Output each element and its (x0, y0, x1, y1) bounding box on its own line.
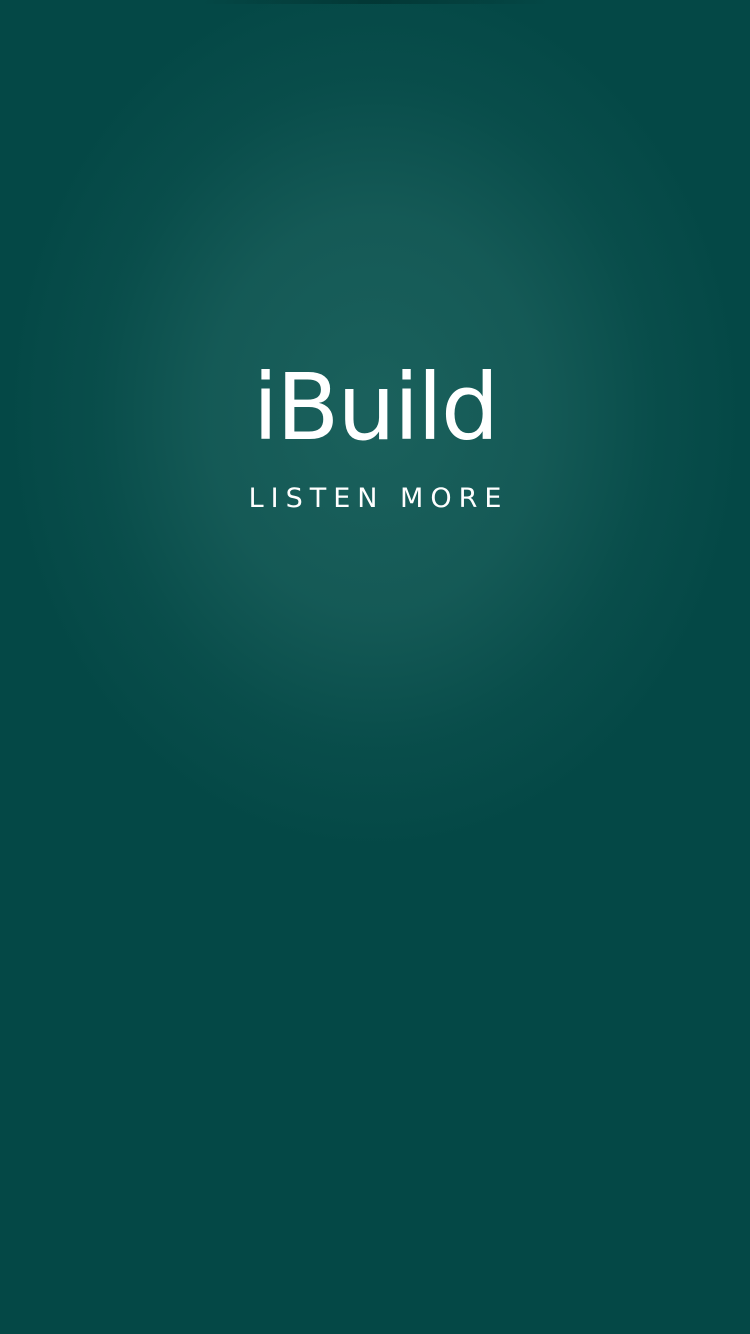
background-glow (0, 0, 750, 1334)
app-title: iBuild (252, 354, 500, 461)
splash-screen: iBuild LISTEN MORE (0, 0, 750, 1334)
tagline: LISTEN MORE (248, 483, 509, 514)
status-bar-shadow (200, 0, 550, 4)
brand-block: iBuild LISTEN MORE (0, 355, 750, 515)
